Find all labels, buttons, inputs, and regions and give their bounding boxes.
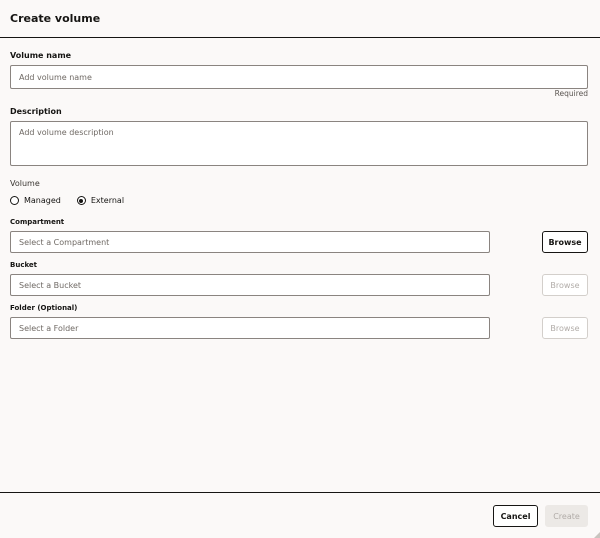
compartment-browse-button[interactable]: Browse [542, 231, 588, 253]
required-hint: Required [554, 89, 588, 98]
cancel-button[interactable]: Cancel [493, 505, 538, 527]
volume-name-label: Volume name [10, 51, 72, 60]
bucket-label: Bucket [10, 261, 38, 269]
compartment-label: Compartment [10, 218, 65, 226]
resize-handle[interactable] [594, 532, 600, 538]
dialog-title: Create volume [10, 12, 101, 25]
create-button[interactable]: Create [545, 505, 588, 527]
radio-external-label: External [90, 196, 125, 205]
compartment-input[interactable] [10, 231, 490, 253]
folder-label: Folder (Optional) [10, 304, 78, 312]
volume-type-radio-group: Managed External [10, 196, 140, 205]
volume-name-input[interactable] [10, 65, 588, 89]
description-label: Description [10, 107, 62, 116]
radio-managed-label: Managed [24, 196, 61, 205]
dialog-header: Create volume [0, 0, 600, 38]
bucket-browse-button[interactable]: Browse [542, 274, 588, 296]
folder-browse-button[interactable]: Browse [542, 317, 588, 339]
description-textarea[interactable] [10, 121, 588, 166]
radio-external-circle[interactable] [76, 196, 86, 205]
bucket-input[interactable] [10, 274, 490, 296]
radio-managed[interactable]: Managed [10, 196, 61, 205]
volume-type-label: Volume [10, 179, 40, 188]
radio-external[interactable]: External [76, 196, 125, 205]
folder-input[interactable] [10, 317, 490, 339]
radio-managed-circle[interactable] [10, 196, 19, 205]
